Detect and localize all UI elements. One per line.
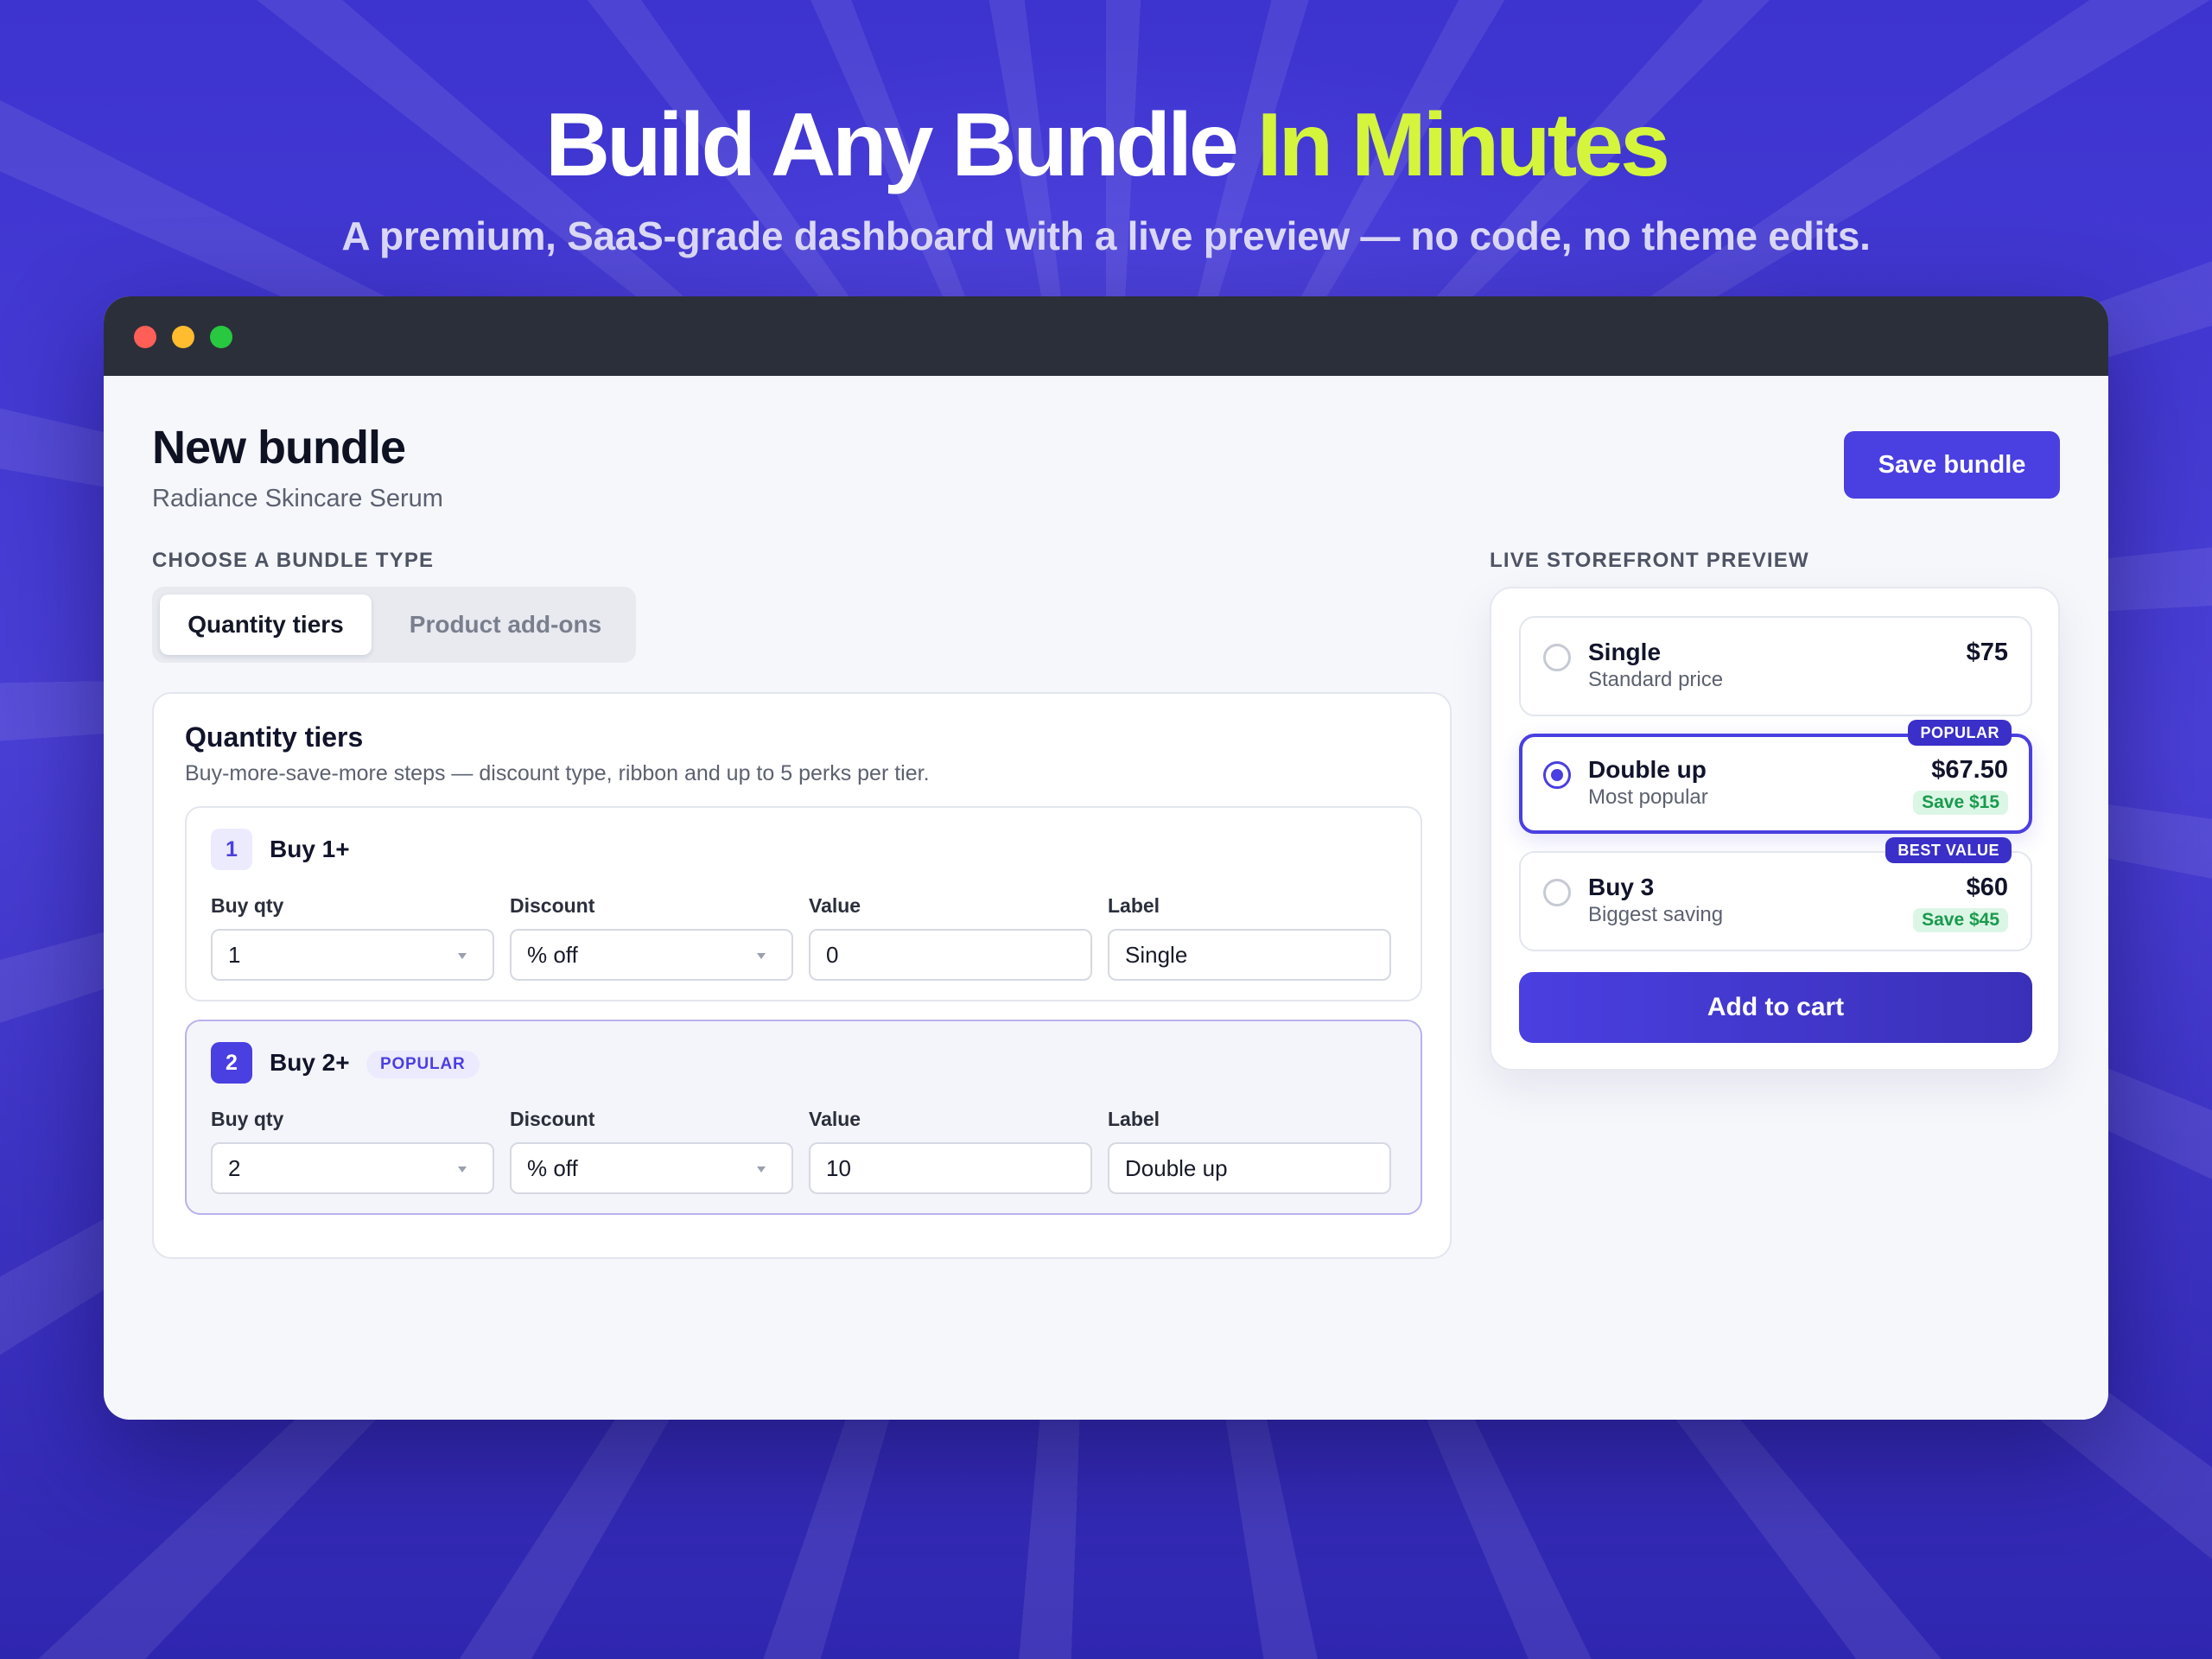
savings-badge: Save $45 <box>1913 908 2008 932</box>
label-input-text: Double up <box>1125 1154 1228 1181</box>
tier-name: Buy 2+ <box>270 1049 350 1076</box>
chevron-down-icon <box>458 1166 467 1173</box>
discount-label: Discount <box>510 894 595 917</box>
value-input[interactable]: 10 <box>809 1142 1092 1194</box>
product-name: Radiance Skincare Serum <box>152 485 443 512</box>
save-bundle-button[interactable]: Save bundle <box>1844 431 2060 499</box>
popular-badge: POPULAR <box>366 1051 480 1078</box>
close-window-dot[interactable] <box>134 326 156 348</box>
tab-product-add-ons[interactable]: Product add-ons <box>380 594 631 655</box>
tier-row: 1 Buy 1+ Buy qty Discount Value Label 1 … <box>185 806 1422 1001</box>
minimize-window-dot[interactable] <box>172 326 194 348</box>
label-label: Label <box>1108 894 1160 917</box>
value-input-text: 0 <box>826 941 839 968</box>
hero-title: Build Any Bundle In Minutes <box>0 93 2212 197</box>
option-title: Double up <box>1588 756 1707 783</box>
bundle-option-double-up[interactable]: POPULAR Double up Most popular $67.50 Sa… <box>1519 720 2032 834</box>
value-label: Value <box>809 1108 861 1130</box>
option-price: $75 <box>1966 639 2008 666</box>
buy-qty-select[interactable]: 2 <box>211 1142 494 1194</box>
storefront-preview: Single Standard price $75 POPULAR Double… <box>1490 587 2060 1071</box>
buy-qty-label: Buy qty <box>211 894 284 917</box>
option-title: Buy 3 <box>1588 874 1655 900</box>
best-value-ribbon: BEST VALUE <box>1885 837 2012 863</box>
discount-value: % off <box>527 941 578 968</box>
dashboard-content: New bundle Radiance Skincare Serum Save … <box>104 376 2108 1420</box>
card-title: Quantity tiers <box>185 721 364 753</box>
tier-row: 2 Buy 2+ POPULAR Buy qty Discount Value … <box>185 1020 1422 1215</box>
buy-qty-value: 2 <box>228 1154 241 1181</box>
savings-badge: Save $15 <box>1913 791 2008 815</box>
chevron-down-icon <box>458 953 467 959</box>
option-subtitle: Standard price <box>1588 668 1724 691</box>
option-subtitle: Biggest saving <box>1588 903 1724 926</box>
preview-label: LIVE STOREFRONT PREVIEW <box>1490 549 1809 572</box>
card-description: Buy-more-save-more steps — discount type… <box>185 761 930 785</box>
radio-button[interactable] <box>1543 879 1571 906</box>
quantity-tiers-card: Quantity tiers Buy-more-save-more steps … <box>152 692 1452 1259</box>
hero-subtitle: A premium, SaaS-grade dashboard with a l… <box>341 213 1871 258</box>
tier-number: 2 <box>211 1042 252 1084</box>
popular-ribbon: POPULAR <box>1908 720 2012 746</box>
bundle-option-single[interactable]: Single Standard price $75 <box>1519 616 2032 716</box>
discount-value: % off <box>527 1154 578 1181</box>
option-title: Single <box>1588 639 1662 665</box>
label-input[interactable]: Single <box>1108 929 1391 981</box>
tab-quantity-tiers[interactable]: Quantity tiers <box>160 594 372 655</box>
discount-select[interactable]: % off <box>510 1142 793 1194</box>
chevron-down-icon <box>757 953 766 959</box>
tier-name: Buy 1+ <box>270 836 350 862</box>
bundle-type-label: CHOOSE A BUNDLE TYPE <box>152 549 435 572</box>
maximize-window-dot[interactable] <box>210 326 232 348</box>
value-label: Value <box>809 894 861 917</box>
page-title: New bundle <box>152 422 406 474</box>
app-window: New bundle Radiance Skincare Serum Save … <box>104 296 2108 1420</box>
hero: Build Any Bundle In Minutes A premium, S… <box>0 93 2212 259</box>
buy-qty-select[interactable]: 1 <box>211 929 494 981</box>
radio-button[interactable] <box>1543 644 1571 671</box>
buy-qty-value: 1 <box>228 941 241 968</box>
discount-select[interactable]: % off <box>510 929 793 981</box>
buy-qty-label: Buy qty <box>211 1108 284 1130</box>
label-input[interactable]: Double up <box>1108 1142 1391 1194</box>
tier-number: 1 <box>211 829 252 870</box>
label-label: Label <box>1108 1108 1160 1130</box>
bundle-option-buy-3[interactable]: BEST VALUE Buy 3 Biggest saving $60 Save… <box>1519 837 2032 951</box>
label-input-text: Single <box>1125 941 1188 968</box>
bundle-type-switch: Quantity tiers Product add-ons <box>152 587 636 663</box>
hero-title-main: Build Any Bundle <box>545 95 1239 195</box>
value-input-text: 10 <box>826 1154 851 1181</box>
option-subtitle: Most popular <box>1588 785 1708 809</box>
option-price: $60 <box>1966 874 2008 901</box>
discount-label: Discount <box>510 1108 595 1130</box>
value-input[interactable]: 0 <box>809 929 1092 981</box>
radio-button-selected[interactable] <box>1543 761 1571 789</box>
option-price: $67.50 <box>1931 756 2008 784</box>
hero-title-accent: In Minutes <box>1256 95 1670 195</box>
add-to-cart-button[interactable]: Add to cart <box>1519 972 2032 1043</box>
window-titlebar <box>104 296 2108 376</box>
chevron-down-icon <box>757 1166 766 1173</box>
